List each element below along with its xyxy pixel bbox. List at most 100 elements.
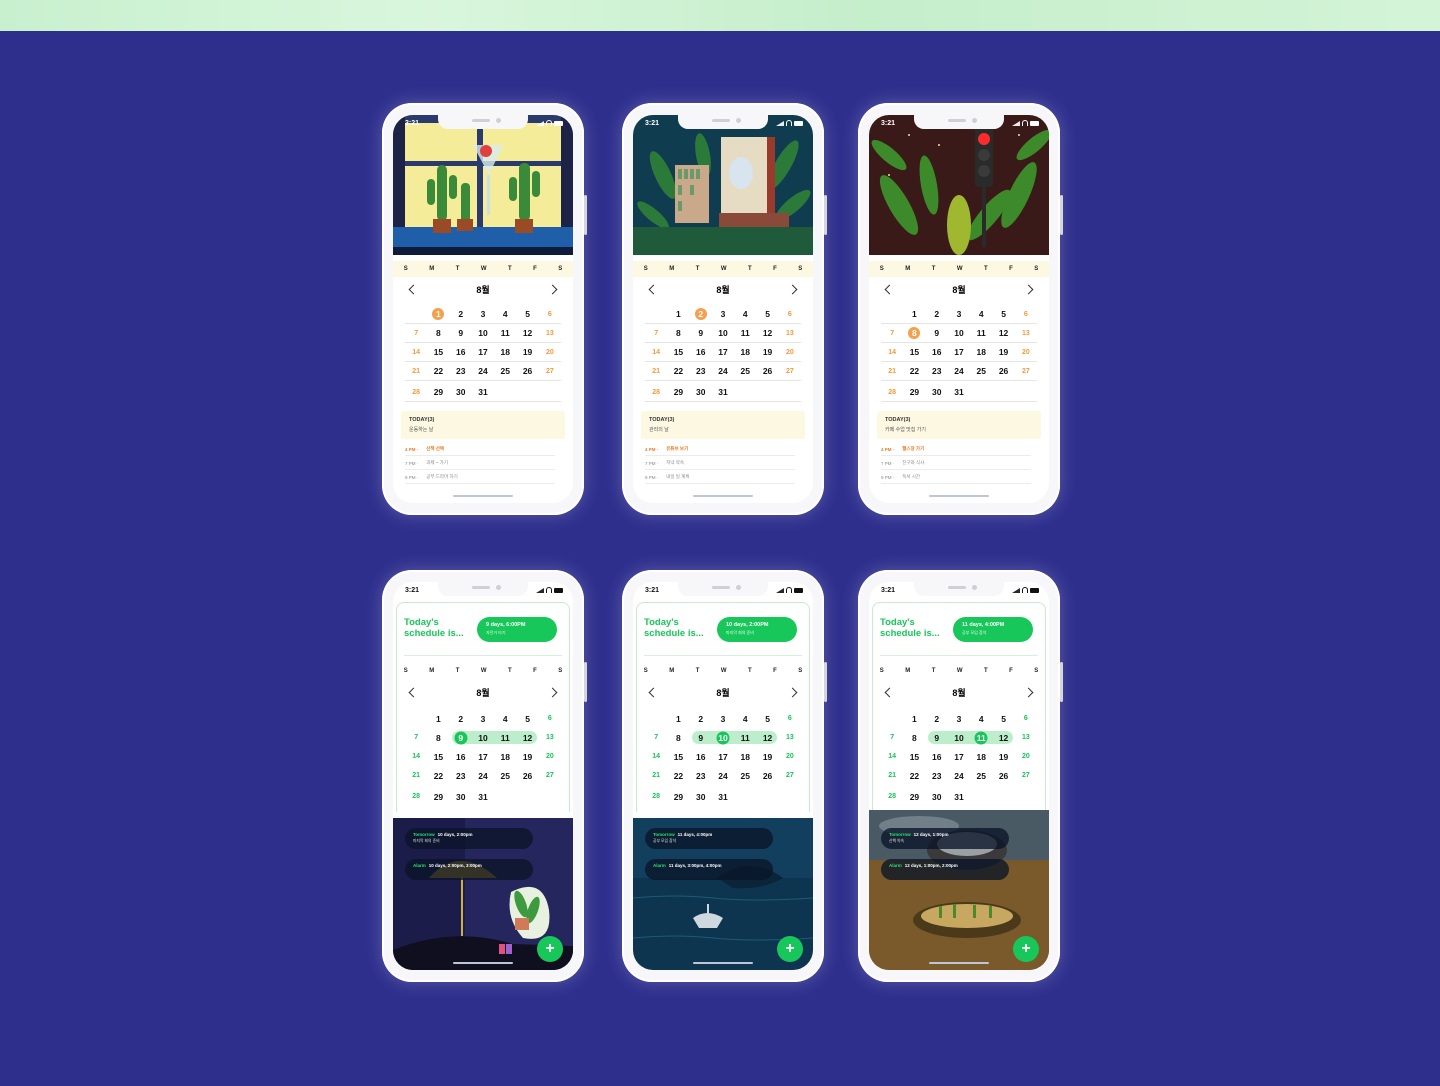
calendar-day[interactable]: 2	[926, 309, 948, 319]
calendar-day[interactable]: 23	[926, 771, 948, 781]
calendar-day[interactable]: 6	[779, 715, 801, 722]
calendar-day[interactable]: 16	[926, 347, 948, 357]
calendar-day[interactable]: 8	[903, 328, 925, 338]
calendar-day[interactable]: 7	[881, 330, 903, 337]
calendar-day[interactable]: 11	[734, 733, 756, 743]
calendar-day[interactable]: 19	[992, 347, 1014, 357]
calendar-day[interactable]: 11	[494, 328, 516, 338]
calendar-day[interactable]: 12	[516, 328, 538, 338]
calendar-day[interactable]: 13	[1015, 734, 1037, 741]
calendar-day[interactable]: 15	[667, 752, 689, 762]
calendar-day[interactable]: 11	[494, 733, 516, 743]
calendar-day[interactable]: 13	[779, 330, 801, 337]
calendar-day[interactable]: 6	[1015, 715, 1037, 722]
calendar-day[interactable]: 7	[881, 734, 903, 741]
event-row[interactable]: 7 PM · 친구와 식사	[881, 457, 1031, 470]
calendar-day[interactable]: 12	[756, 733, 778, 743]
calendar-day[interactable]: 9	[450, 328, 472, 338]
calendar-day[interactable]: 11	[970, 328, 992, 338]
calendar-day[interactable]: 29	[427, 387, 449, 397]
calendar-day[interactable]: 5	[756, 309, 778, 319]
calendar-day[interactable]: 29	[667, 387, 689, 397]
calendar-day[interactable]: 3	[472, 714, 494, 724]
calendar-day[interactable]: 2	[926, 714, 948, 724]
calendar-day[interactable]: 17	[948, 752, 970, 762]
calendar-day[interactable]: 18	[494, 752, 516, 762]
event-row[interactable]: 9 PM · 독서 시간	[881, 471, 1031, 484]
calendar-day[interactable]: 21	[645, 772, 667, 779]
calendar-day[interactable]: 15	[903, 752, 925, 762]
calendar-day[interactable]: 25	[734, 771, 756, 781]
calendar-day[interactable]: 5	[992, 309, 1014, 319]
calendar-day[interactable]: 24	[948, 771, 970, 781]
event-row[interactable]: 9 PM · 공부 드라마 하기	[405, 471, 555, 484]
calendar-day[interactable]: 23	[450, 771, 472, 781]
calendar-day[interactable]: 28	[645, 793, 667, 800]
calendar-day[interactable]: 17	[712, 752, 734, 762]
calendar-day[interactable]: 27	[539, 368, 561, 375]
calendar-day[interactable]: 6	[779, 311, 801, 318]
calendar-day[interactable]: 12	[516, 733, 538, 743]
calendar-day[interactable]: 26	[516, 366, 538, 376]
calendar-day[interactable]: 1	[427, 309, 449, 319]
calendar-day[interactable]: 23	[450, 366, 472, 376]
calendar-day[interactable]: 4	[970, 309, 992, 319]
calendar-day[interactable]: 9	[690, 328, 712, 338]
calendar-day[interactable]: 12	[992, 328, 1014, 338]
calendar-day[interactable]: 18	[494, 347, 516, 357]
calendar-day[interactable]: 1	[667, 714, 689, 724]
calendar-day[interactable]: 18	[734, 752, 756, 762]
calendar-day[interactable]: 26	[516, 771, 538, 781]
calendar-day[interactable]: 23	[926, 366, 948, 376]
calendar-day[interactable]: 10	[472, 328, 494, 338]
calendar-day[interactable]: 4	[734, 714, 756, 724]
calendar-day[interactable]: 25	[734, 366, 756, 376]
calendar-day[interactable]: 24	[472, 771, 494, 781]
calendar-day[interactable]: 4	[734, 309, 756, 319]
calendar-day[interactable]: 21	[405, 772, 427, 779]
calendar-day[interactable]: 16	[926, 752, 948, 762]
event-row[interactable]: 4 PM · 산책 선택	[405, 443, 555, 456]
calendar-day[interactable]: 15	[427, 752, 449, 762]
next-schedule-pill[interactable]: 10 days, 2:00PM 마지막 회의 준비	[717, 617, 797, 642]
alarm-card[interactable]: Alarm 10 days, 2:00pm, 3:00pm	[405, 859, 533, 880]
calendar-day[interactable]: 21	[405, 368, 427, 375]
calendar-day[interactable]: 17	[472, 752, 494, 762]
event-row[interactable]: 4 PM · 유튜브 보기	[645, 443, 795, 456]
calendar-day[interactable]: 12	[992, 733, 1014, 743]
calendar-day[interactable]: 29	[903, 387, 925, 397]
calendar-day[interactable]: 10	[472, 733, 494, 743]
calendar-day[interactable]: 5	[992, 714, 1014, 724]
calendar-day[interactable]: 19	[516, 347, 538, 357]
calendar-day[interactable]: 14	[881, 753, 903, 760]
calendar-day[interactable]: 3	[472, 309, 494, 319]
calendar-day[interactable]: 25	[494, 366, 516, 376]
calendar-day[interactable]: 12	[756, 328, 778, 338]
alarm-card[interactable]: Alarm 11 days, 3:00pm, 4:00pm	[645, 859, 773, 880]
event-row[interactable]: 7 PM · 저녁 약속	[645, 457, 795, 470]
calendar-day[interactable]: 20	[779, 349, 801, 356]
calendar-day[interactable]: 14	[405, 349, 427, 356]
calendar-day[interactable]: 16	[690, 752, 712, 762]
event-row[interactable]: 9 PM · 내일 일 계획	[645, 471, 795, 484]
calendar-day[interactable]: 2	[450, 714, 472, 724]
calendar-day[interactable]: 19	[992, 752, 1014, 762]
calendar-day[interactable]: 4	[494, 309, 516, 319]
calendar-day[interactable]: 13	[539, 330, 561, 337]
calendar-day[interactable]: 27	[779, 368, 801, 375]
calendar-day[interactable]: 8	[903, 733, 925, 743]
calendar-day[interactable]: 7	[645, 734, 667, 741]
calendar-day[interactable]: 9	[926, 328, 948, 338]
next-schedule-pill[interactable]: 9 days, 6:00PM 자전거 타기	[477, 617, 557, 642]
calendar-day[interactable]: 10	[948, 328, 970, 338]
add-button[interactable]: +	[1013, 936, 1039, 962]
calendar-day[interactable]: 21	[645, 368, 667, 375]
calendar-day[interactable]: 19	[516, 752, 538, 762]
calendar-day[interactable]: 23	[690, 771, 712, 781]
calendar-day[interactable]: 9	[926, 733, 948, 743]
calendar-day[interactable]: 25	[494, 771, 516, 781]
next-schedule-pill[interactable]: 11 days, 4:00PM 공부 모임 참석	[953, 617, 1033, 642]
calendar-day[interactable]: 28	[405, 389, 427, 396]
calendar-day[interactable]: 20	[539, 753, 561, 760]
calendar-day[interactable]: 8	[667, 328, 689, 338]
